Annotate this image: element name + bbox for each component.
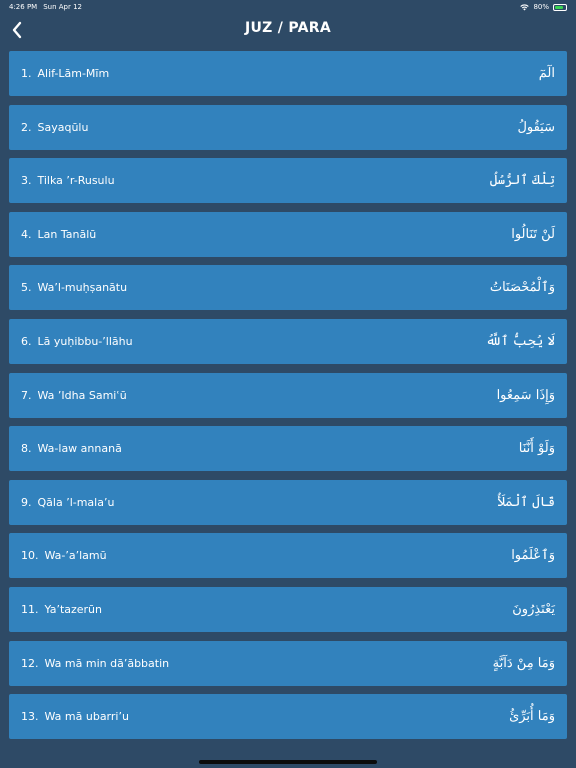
status-right: 80% <box>520 3 567 11</box>
juz-name: Wa-law annanā <box>37 442 122 456</box>
juz-name: Lan Tanālū <box>37 227 97 241</box>
juz-name: Qāla ’l-mala’u <box>37 495 115 509</box>
juz-arabic-name: وَمَا أُبَرِّئُ <box>509 709 555 725</box>
battery-fill <box>555 5 563 9</box>
juz-name: Wa mā ubarri’u <box>44 710 129 724</box>
juz-row-label: 2. Sayaqūlu <box>21 121 88 134</box>
juz-name: Sayaqūlu <box>37 120 89 134</box>
juz-name: Alif-Lām-Mīm <box>37 67 110 80</box>
juz-row[interactable]: 9. Qāla ’l-mala’u قَالَ ٱلْمَلَأُ <box>9 479 567 525</box>
juz-number: 2. <box>21 120 32 134</box>
juz-arabic-name: وَٱلْمُحْصَنَاتُ <box>489 280 555 296</box>
battery-percent: 80% <box>533 3 549 11</box>
wifi-icon <box>520 3 530 10</box>
juz-number: 6. <box>21 334 32 348</box>
juz-row[interactable]: 1. Alif-Lām-Mīm الٓمٓ <box>9 51 567 96</box>
juz-number: 7. <box>21 388 32 402</box>
juz-arabic-name: وَمَا مِنْ دَآبَّةٍ <box>492 655 555 671</box>
juz-arabic-name: قَالَ ٱلْمَلَأُ <box>497 494 555 510</box>
juz-row-label: 5. Wa’l-muḥṣanātu <box>21 281 127 294</box>
juz-row-label: 12. Wa mā min dā’ābbatin <box>21 657 169 670</box>
juz-arabic-name: الٓمٓ <box>538 66 555 81</box>
juz-arabic-name: وَلَوْ أَنَّنَا <box>518 441 555 457</box>
juz-number: 11. <box>21 602 39 616</box>
juz-row[interactable]: 6. Lā yuḥibbu-’llāhu لَا يُحِبُّ ٱللَّهُ <box>9 318 567 364</box>
juz-number: 4. <box>21 227 32 241</box>
juz-name: Wa-’a’lamū <box>44 549 107 563</box>
juz-row[interactable]: 10. Wa-’a’lamū وَٱعْلَمُوا <box>9 533 567 579</box>
juz-number: 13. <box>21 710 39 724</box>
juz-row-label: 7. Wa ’Idha Samiʿū <box>21 389 127 402</box>
juz-number: 3. <box>21 174 32 188</box>
juz-name: Ya’tazerūn <box>44 602 103 616</box>
juz-arabic-name: سَيَقُولُ <box>517 119 555 135</box>
juz-name: Wa ’Idha Samiʿū <box>37 388 127 402</box>
juz-row[interactable]: 3. Tilka ’r-Rusulu تِلْكَ ٱلرُّسُلُ <box>9 158 567 204</box>
status-time: 4:26 PM <box>9 3 38 11</box>
juz-name: Lā yuḥibbu-’llāhu <box>37 334 133 348</box>
juz-row[interactable]: 13. Wa mā ubarri’u وَمَا أُبَرِّئُ <box>9 694 567 740</box>
juz-name: Tilka ’r-Rusulu <box>37 174 115 188</box>
juz-row-label: 3. Tilka ’r-Rusulu <box>21 174 115 187</box>
juz-number: 1. <box>21 67 32 80</box>
juz-number: 9. <box>21 495 32 509</box>
home-indicator <box>199 760 377 764</box>
juz-row[interactable]: 7. Wa ’Idha Samiʿū وَإِذَا سَمِعُوا <box>9 372 567 418</box>
juz-name: Wa mā min dā’ābbatin <box>44 656 170 670</box>
juz-row-label: 1. Alif-Lām-Mīm <box>21 67 109 80</box>
juz-row-label: 10. Wa-’a’lamū <box>21 549 107 562</box>
juz-row[interactable]: 11. Ya’tazerūn يَعْتَذِرُونَ <box>9 586 567 632</box>
juz-arabic-name: وَٱعْلَمُوا <box>511 548 555 564</box>
juz-row-label: 4. Lan Tanālū <box>21 228 96 241</box>
juz-arabic-name: تِلْكَ ٱلرُّسُلُ <box>489 173 555 189</box>
juz-row[interactable]: 8. Wa-law annanā وَلَوْ أَنَّنَا <box>9 426 567 472</box>
juz-row[interactable]: 12. Wa mā min dā’ābbatin وَمَا مِنْ دَآبَّ… <box>9 640 567 686</box>
juz-row[interactable]: 2. Sayaqūlu سَيَقُولُ <box>9 104 567 150</box>
juz-number: 8. <box>21 442 32 456</box>
status-date: Sun Apr 12 <box>43 3 83 11</box>
juz-row-label: 6. Lā yuḥibbu-’llāhu <box>21 335 133 348</box>
juz-row-label: 9. Qāla ’l-mala’u <box>21 496 114 509</box>
juz-number: 5. <box>21 281 32 295</box>
juz-arabic-name: وَإِذَا سَمِعُوا <box>496 387 555 403</box>
juz-arabic-name: لَنْ تَنَالُوا <box>511 226 555 242</box>
juz-row-label: 13. Wa mā ubarri’u <box>21 710 129 723</box>
battery-icon <box>553 3 567 11</box>
juz-arabic-name: يَعْتَذِرُونَ <box>512 601 555 617</box>
juz-row-label: 8. Wa-law annanā <box>21 442 122 455</box>
juz-row-label: 11. Ya’tazerūn <box>21 603 102 616</box>
juz-arabic-name: لَا يُحِبُّ ٱللَّهُ <box>485 333 555 349</box>
juz-name: Wa’l-muḥṣanātu <box>37 281 128 295</box>
status-bar: 4:26 PM Sun Apr 12 80% <box>0 0 576 14</box>
page-title: JUZ / PARA <box>244 20 331 36</box>
juz-number: 12. <box>21 656 39 670</box>
juz-row[interactable]: 5. Wa’l-muḥṣanātu وَٱلْمُحْصَنَاتُ <box>9 265 567 311</box>
status-left: 4:26 PM Sun Apr 12 <box>9 3 82 11</box>
juz-row[interactable]: 4. Lan Tanālū لَنْ تَنَالُوا <box>9 211 567 257</box>
juz-list: 1. Alif-Lām-Mīm الٓمٓ 2. Sayaqūlu سَيَقُولُ 3.… <box>9 51 567 748</box>
nav-bar: JUZ / PARA <box>0 14 576 46</box>
juz-number: 10. <box>21 549 39 563</box>
